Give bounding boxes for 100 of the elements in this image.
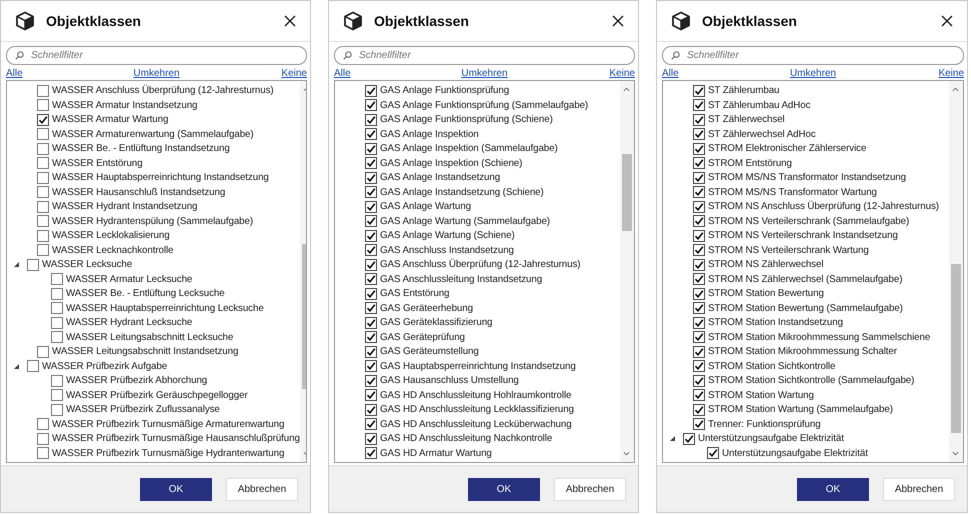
item-label[interactable]: STROM Station Bewertung (Sammelaufgabe)	[708, 302, 903, 314]
item-label[interactable]: WASSER Prüfbezirk Turnusmäßige Hydrantenwartung	[52, 448, 284, 458]
checkbox[interactable]	[37, 244, 49, 256]
checkbox[interactable]	[693, 331, 705, 343]
cancel-button[interactable]: Abbrechen	[883, 478, 955, 501]
ok-button[interactable]: OK	[468, 478, 540, 501]
invert-link[interactable]: Umkehren	[461, 68, 508, 79]
checkbox[interactable]	[693, 418, 705, 430]
item-label[interactable]: GAS HD Anschlussleitung Lecküberwachung	[380, 418, 572, 430]
item-label[interactable]: WASSER Prüfbezirk Zuflussanalyse	[66, 404, 220, 415]
item-label[interactable]: WASSER Armatur Instandsetzung	[52, 100, 198, 110]
item-label[interactable]: STROM MS/NS Transformator Instandsetzung	[708, 172, 906, 183]
search-field[interactable]: Schnellfilter	[334, 46, 635, 66]
checkbox[interactable]	[365, 273, 377, 285]
checkbox[interactable]	[365, 316, 377, 328]
item-label[interactable]: STROM Entstörung	[708, 158, 792, 168]
checkbox[interactable]	[37, 157, 49, 169]
item-label[interactable]: GAS Anlage Wartung (Sammelaufgabe)	[380, 216, 550, 226]
item-label[interactable]: WASSER Lecknachkontrolle	[52, 244, 174, 256]
checkbox[interactable]	[365, 258, 377, 270]
checkbox[interactable]	[365, 432, 377, 444]
checkbox[interactable]	[51, 273, 63, 285]
item-label[interactable]: STROM NS Zählerwechsel (Sammelaufgabe)	[708, 274, 902, 284]
item-label[interactable]: WASSER Prüfbezirk Turnusmäßige Hausanschlußprüfung	[52, 433, 300, 444]
checkbox[interactable]	[365, 447, 377, 459]
checkbox[interactable]	[365, 346, 377, 358]
item-label[interactable]: WASSER Armatur Lecksuche	[66, 274, 192, 284]
checkbox[interactable]	[37, 200, 49, 212]
item-label[interactable]: GAS Geräteklassifizierung	[380, 317, 492, 328]
checkbox[interactable]	[693, 200, 705, 212]
checkbox[interactable]	[365, 244, 377, 256]
item-label[interactable]: Unterstützungsaufgabe Elektrizität	[698, 433, 844, 444]
checkbox[interactable]	[693, 157, 705, 169]
item-label[interactable]: STROM Station Mikroohmmessung Sammelschiene	[708, 332, 930, 342]
checkbox[interactable]	[693, 389, 705, 401]
item-label[interactable]: STROM Station Bewertung	[708, 288, 824, 299]
checkbox[interactable]	[365, 99, 377, 111]
item-label[interactable]: GAS HD Anschlussleitung Leckklassifizierung	[380, 404, 574, 415]
checkbox[interactable]	[365, 200, 377, 212]
checkbox[interactable]	[365, 230, 377, 242]
item-label[interactable]: WASSER Armatur Wartung	[52, 114, 168, 125]
checkbox[interactable]	[37, 432, 49, 444]
item-label[interactable]: WASSER Armaturenwartung (Sammelaufgabe)	[52, 128, 254, 140]
item-label[interactable]: STROM Elektronischer Zählerservice	[708, 143, 866, 154]
checkbox[interactable]	[693, 128, 705, 140]
item-label[interactable]: WASSER Prüfbezirk Aufgabe	[42, 360, 168, 372]
item-label[interactable]: GAS Anlage Funktionsprüfung (Sammelaufgabe)	[380, 100, 588, 110]
item-label[interactable]: STROM Station Mikroohmmessung Schalter	[708, 346, 897, 357]
item-label[interactable]: GAS Anlage Inspektion (Sammelaufgabe)	[380, 143, 558, 154]
ok-button[interactable]: OK	[140, 478, 212, 501]
search-field[interactable]: Schnellfilter	[662, 46, 964, 66]
checkbox[interactable]	[693, 99, 705, 111]
item-label[interactable]: GAS Geräteerhebung	[380, 302, 473, 314]
checkbox[interactable]	[683, 432, 695, 444]
item-label[interactable]: WASSER Hausanschluß Instandsetzung	[52, 186, 226, 198]
checkbox[interactable]	[37, 346, 49, 358]
item-label[interactable]: WASSER Be. - Entlüftung Instandsetzung	[52, 143, 230, 154]
checkbox[interactable]	[707, 447, 719, 459]
checkbox[interactable]	[365, 288, 377, 300]
checkbox[interactable]	[693, 84, 705, 96]
checkbox[interactable]	[693, 114, 705, 126]
checkbox[interactable]	[51, 331, 63, 343]
item-label[interactable]: WASSER Hydrant Instandsetzung	[52, 201, 198, 212]
item-label[interactable]: WASSER Hauptabsperreinrichtung Lecksuche	[66, 302, 264, 314]
item-label[interactable]: Unterstützungsaufgabe Elektrizität	[722, 448, 868, 458]
invert-link[interactable]: Umkehren	[133, 68, 180, 79]
checkbox[interactable]	[37, 142, 49, 154]
checkbox[interactable]	[37, 99, 49, 111]
checkbox[interactable]	[51, 374, 63, 386]
checkbox[interactable]	[37, 114, 49, 126]
checkbox[interactable]	[693, 316, 705, 328]
select-none-link[interactable]: Keine	[281, 68, 307, 79]
item-label[interactable]: GAS Anlage Wartung (Schiene)	[380, 230, 515, 241]
select-none-link[interactable]: Keine	[938, 68, 964, 79]
scroll-thumb[interactable]	[622, 154, 632, 232]
checkbox[interactable]	[693, 346, 705, 358]
item-label[interactable]: STROM Station Sichtkontrolle (Sammelaufgabe)	[708, 375, 914, 386]
checkbox[interactable]	[37, 84, 49, 96]
checkbox[interactable]	[365, 172, 377, 184]
checkbox[interactable]	[693, 215, 705, 227]
cancel-button[interactable]: Abbrechen	[226, 478, 298, 501]
checkbox[interactable]	[51, 288, 63, 300]
item-label[interactable]: STROM Station Instandsetzung	[708, 317, 843, 328]
checkbox[interactable]	[51, 389, 63, 401]
ok-button[interactable]: OK	[797, 478, 869, 501]
select-all-link[interactable]: Alle	[334, 68, 351, 79]
checkbox[interactable]	[693, 258, 705, 270]
checkbox[interactable]	[365, 331, 377, 343]
item-label[interactable]: WASSER Hydrantenspülung (Sammelaufgabe)	[52, 216, 254, 226]
checkbox[interactable]	[365, 404, 377, 416]
checkbox[interactable]	[693, 360, 705, 372]
checkbox[interactable]	[693, 374, 705, 386]
item-label[interactable]: GAS HD Anschlussleitung Hohlraumkontrolle	[380, 390, 572, 400]
item-label[interactable]: WASSER Prüfbezirk Geräuschpegellogger	[66, 390, 248, 400]
item-label[interactable]: WASSER Prüfbezirk Abhorchung	[66, 375, 208, 386]
checkbox[interactable]	[693, 142, 705, 154]
item-label[interactable]: STROM NS Anschluss Überprüfung (12-Jahresturnus)	[708, 201, 939, 212]
checkbox[interactable]	[693, 172, 705, 184]
item-label[interactable]: GAS Anlage Funktionsprüfung (Schiene)	[380, 114, 553, 125]
checkbox[interactable]	[51, 302, 63, 314]
